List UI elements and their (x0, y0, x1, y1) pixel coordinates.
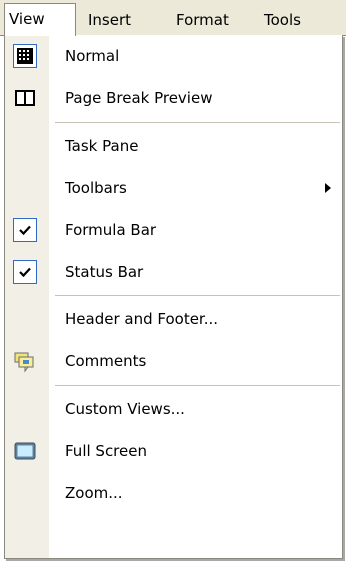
menu-view-label: View (9, 10, 45, 28)
menu-item-comments-label: Comments (65, 352, 147, 370)
menu-tools[interactable]: Tools (264, 8, 301, 32)
menu-tools-label: Tools (264, 11, 301, 29)
menu-separator (55, 122, 340, 123)
view-dropdown-menu: Normal Page Break Preview Task Pane Tool… (4, 35, 343, 559)
menu-bar: View Insert Format Tools (0, 0, 346, 36)
checkmark-icon (13, 260, 37, 284)
menu-format-label: Format (176, 11, 229, 29)
menu-view[interactable]: View (4, 3, 76, 36)
menu-item-custom-views[interactable]: Custom Views... (5, 388, 343, 430)
grid-view-icon (13, 44, 37, 68)
menu-item-formula-bar-label: Formula Bar (65, 221, 157, 239)
menu-separator (55, 295, 340, 296)
menu-item-normal-label: Normal (65, 47, 120, 65)
menu-item-normal[interactable]: Normal (5, 35, 343, 77)
page-break-preview-icon (13, 86, 37, 110)
menu-insert-label: Insert (88, 11, 132, 29)
full-screen-icon (13, 439, 37, 463)
checkmark-icon (13, 218, 37, 242)
menu-item-task-pane-label: Task Pane (65, 137, 139, 155)
menu-item-full-screen[interactable]: Full Screen (5, 430, 343, 472)
menu-item-comments[interactable]: Comments (5, 340, 343, 382)
comments-icon (13, 349, 37, 373)
menu-separator (55, 385, 340, 386)
menu-item-page-break-preview-label: Page Break Preview (65, 89, 213, 107)
menu-item-full-screen-label: Full Screen (65, 442, 147, 460)
submenu-arrow-icon (325, 183, 331, 193)
menu-item-toolbars[interactable]: Toolbars (5, 167, 343, 209)
menu-item-formula-bar[interactable]: Formula Bar (5, 209, 343, 251)
menu-item-zoom[interactable]: Zoom... (5, 472, 343, 514)
menu-insert[interactable]: Insert (88, 8, 131, 32)
menu-item-header-and-footer-label: Header and Footer... (65, 310, 219, 328)
menu-format[interactable]: Format (176, 8, 229, 32)
menu-item-toolbars-label: Toolbars (65, 179, 127, 197)
menu-item-custom-views-label: Custom Views... (65, 400, 185, 418)
menu-item-page-break-preview[interactable]: Page Break Preview (5, 77, 343, 119)
menu-item-status-bar[interactable]: Status Bar (5, 251, 343, 293)
menu-item-status-bar-label: Status Bar (65, 263, 144, 281)
menu-item-zoom-label: Zoom... (65, 484, 123, 502)
menu-item-task-pane[interactable]: Task Pane (5, 125, 343, 167)
menu-item-header-and-footer[interactable]: Header and Footer... (5, 298, 343, 340)
